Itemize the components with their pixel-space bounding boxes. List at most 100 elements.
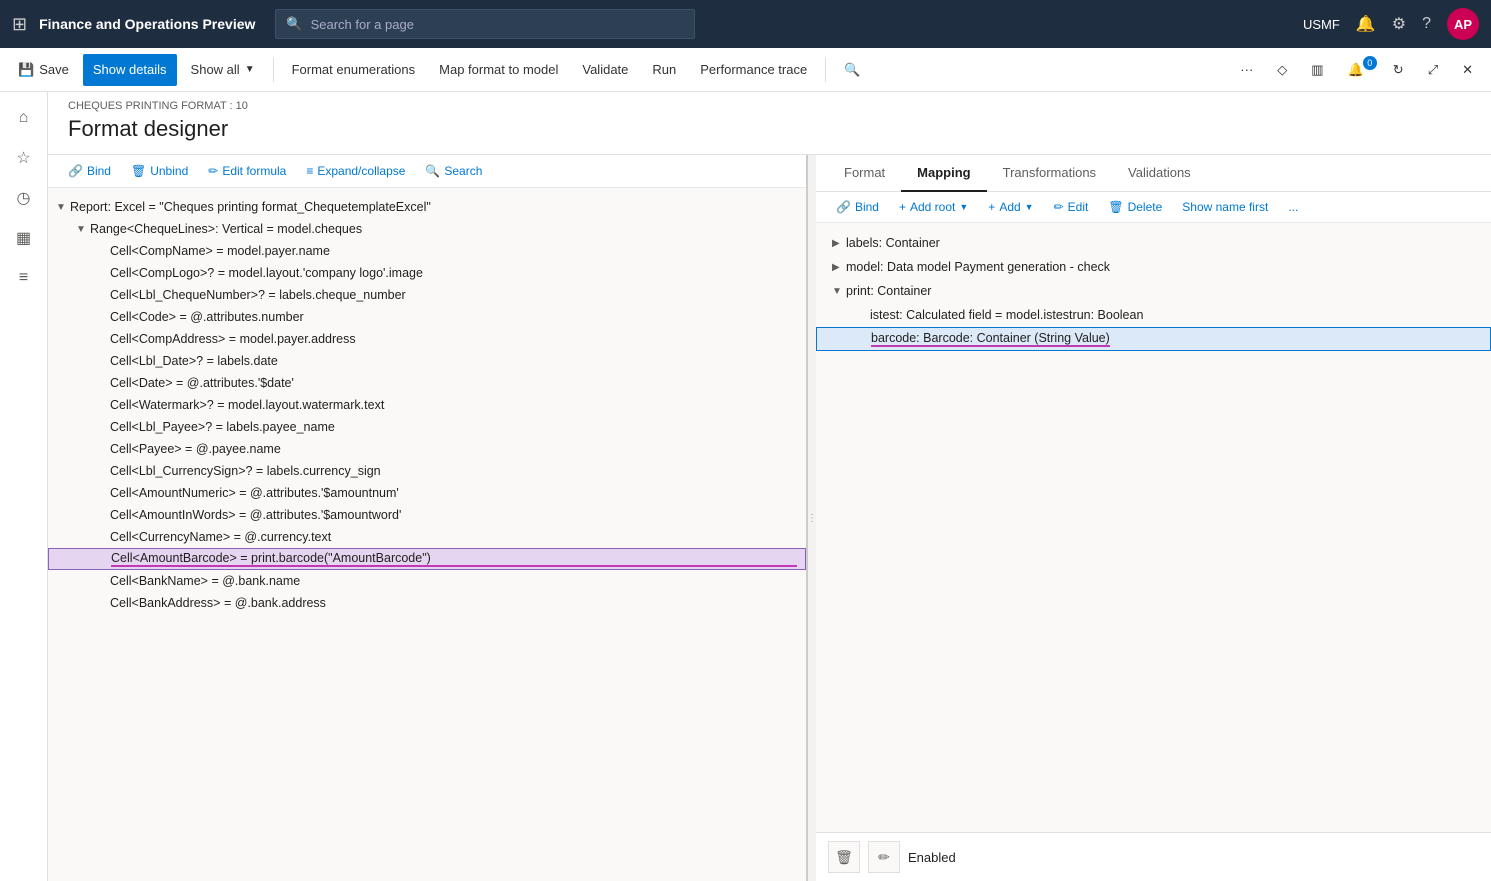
edit-button[interactable]: ✏ Edit [1046, 197, 1097, 217]
notification-badge-button[interactable]: 🔔0 [1338, 54, 1379, 86]
mapping-item[interactable]: ▼print: Container [816, 279, 1491, 303]
tree-item[interactable]: Cell<Lbl_Date>? = labels.date [48, 350, 806, 372]
columns-icon-button[interactable]: ▥ [1301, 54, 1333, 86]
page-header: CHEQUES PRINTING FORMAT : 10 Format desi… [48, 92, 1491, 155]
tree-item-label: Cell<Payee> = @.payee.name [110, 442, 798, 456]
tree-item[interactable]: Cell<AmountInWords> = @.attributes.'$amo… [48, 504, 806, 526]
add-root-button[interactable]: + Add root ▼ [891, 197, 976, 217]
tab-transformations[interactable]: Transformations [987, 155, 1112, 192]
search-toolbar-button[interactable]: 🔍 [834, 54, 870, 86]
tree-item[interactable]: Cell<Payee> = @.payee.name [48, 438, 806, 460]
show-all-button[interactable]: Show all ▼ [181, 54, 265, 86]
content-area: CHEQUES PRINTING FORMAT : 10 Format desi… [48, 92, 1491, 881]
more-right-button[interactable]: ... [1280, 197, 1306, 217]
bottom-delete-button[interactable]: 🗑 [828, 841, 860, 873]
tree-item-label: Range<ChequeLines>: Vertical = model.che… [90, 222, 798, 236]
unbind-icon: 🗑 [131, 164, 146, 178]
tree-item-label: Cell<AmountNumeric> = @.attributes.'$amo… [110, 486, 798, 500]
app-grid-icon[interactable]: ⊞ [12, 14, 27, 35]
validate-button[interactable]: Validate [572, 54, 638, 86]
edit-formula-button[interactable]: ✏ Edit formula [200, 161, 294, 181]
tree-item-label: Cell<Lbl_ChequeNumber>? = labels.cheque_… [110, 288, 798, 302]
right-bind-button[interactable]: 🔗 Bind [828, 197, 887, 217]
tree-item[interactable]: Cell<CompName> = model.payer.name [48, 240, 806, 262]
tree-item[interactable]: Cell<BankAddress> = @.bank.address [48, 592, 806, 614]
expand-arrow-icon: ▶ [832, 262, 846, 273]
tab-format[interactable]: Format [828, 155, 901, 192]
enabled-label: Enabled [908, 850, 956, 865]
refresh-button[interactable]: ↻ [1383, 54, 1414, 86]
sidebar-icon-list[interactable]: ≡ [6, 260, 42, 296]
sidebar-icon-calendar[interactable]: ▦ [6, 220, 42, 256]
save-button[interactable]: 💾 Save [8, 54, 79, 86]
delete-icon: 🗑 [1108, 200, 1123, 214]
tree-item[interactable]: Cell<CompLogo>? = model.layout.'company … [48, 262, 806, 284]
tab-validations[interactable]: Validations [1112, 155, 1207, 192]
tree-item[interactable]: Cell<Code> = @.attributes.number [48, 306, 806, 328]
formula-icon: ✏ [208, 164, 218, 178]
expand-icon: ≡ [306, 164, 313, 178]
avatar[interactable]: AP [1447, 8, 1479, 40]
command-bar: 💾 Save Show details Show all ▼ Format en… [0, 48, 1491, 92]
tree-item[interactable]: Cell<AmountBarcode> = print.barcode("Amo… [48, 548, 806, 570]
mapping-item-label: labels: Container [846, 236, 940, 250]
tree-item[interactable]: ▼Report: Excel = "Cheques printing forma… [48, 196, 806, 218]
notification-icon[interactable]: 🔔 [1356, 14, 1376, 34]
tree-item[interactable]: Cell<CompAddress> = model.payer.address [48, 328, 806, 350]
expand-arrow-icon: ▶ [832, 238, 846, 249]
main-layout: ⌂ ☆ ◷ ▦ ≡ CHEQUES PRINTING FORMAT : 10 F… [0, 92, 1491, 881]
format-enumerations-button[interactable]: Format enumerations [282, 54, 426, 86]
tree-item-label: Cell<CompAddress> = model.payer.address [110, 332, 798, 346]
tree-item[interactable]: Cell<CurrencyName> = @.currency.text [48, 526, 806, 548]
split-panels: 🔗 Bind 🗑 Unbind ✏ Edit formula ≡ Expand/… [48, 155, 1491, 881]
expand-collapse-button[interactable]: ≡ Expand/collapse [298, 161, 413, 181]
tree-item-label: Cell<Watermark>? = model.layout.watermar… [110, 398, 798, 412]
add-root-chevron: ▼ [959, 202, 968, 212]
performance-trace-button[interactable]: Performance trace [690, 54, 817, 86]
tree-item-label: Cell<Lbl_Payee>? = labels.payee_name [110, 420, 798, 434]
tree-item[interactable]: Cell<Lbl_CurrencySign>? = labels.currenc… [48, 460, 806, 482]
tree-item[interactable]: Cell<Lbl_Payee>? = labels.payee_name [48, 416, 806, 438]
show-details-button[interactable]: Show details [83, 54, 177, 86]
mapping-tree: ▶labels: Container▶model: Data model Pay… [816, 223, 1491, 832]
panel-splitter[interactable]: ⋮ [808, 155, 816, 881]
tree-item[interactable]: Cell<BankName> = @.bank.name [48, 570, 806, 592]
top-navigation: ⊞ Finance and Operations Preview 🔍 Searc… [0, 0, 1491, 48]
tree-item[interactable]: Cell<Date> = @.attributes.'$date' [48, 372, 806, 394]
sidebar-icon-clock[interactable]: ◷ [6, 180, 42, 216]
open-new-button[interactable]: ⤢ [1418, 54, 1448, 86]
delete-button[interactable]: 🗑 Delete [1100, 197, 1170, 217]
run-button[interactable]: Run [642, 54, 686, 86]
diamond-icon-button[interactable]: ◇ [1267, 54, 1297, 86]
bind-icon: 🔗 [68, 164, 83, 178]
unbind-button[interactable]: 🗑 Unbind [123, 161, 196, 181]
tree-item[interactable]: Cell<Lbl_ChequeNumber>? = labels.cheque_… [48, 284, 806, 306]
search-left-icon: 🔍 [425, 164, 440, 178]
mapping-item[interactable]: barcode: Barcode: Container (String Valu… [816, 327, 1491, 351]
sidebar-icon-star[interactable]: ☆ [6, 140, 42, 176]
global-search-bar[interactable]: 🔍 Search for a page [275, 9, 695, 39]
tab-mapping[interactable]: Mapping [901, 155, 986, 192]
tree-item[interactable]: Cell<AmountNumeric> = @.attributes.'$amo… [48, 482, 806, 504]
close-button[interactable]: ✕ [1452, 54, 1483, 86]
tree-item[interactable]: ▼Range<ChequeLines>: Vertical = model.ch… [48, 218, 806, 240]
more-options-button[interactable]: ··· [1230, 54, 1263, 86]
map-format-button[interactable]: Map format to model [429, 54, 568, 86]
show-name-first-button[interactable]: Show name first [1174, 197, 1276, 217]
tabs-bar: Format Mapping Transformations Validatio… [816, 155, 1491, 192]
settings-icon[interactable]: ⚙ [1392, 14, 1406, 34]
tree-item[interactable]: Cell<Watermark>? = model.layout.watermar… [48, 394, 806, 416]
help-icon[interactable]: ? [1422, 15, 1431, 33]
tree-item-label: Cell<CompName> = model.payer.name [110, 244, 798, 258]
search-left-button[interactable]: 🔍 Search [417, 161, 490, 181]
bottom-edit-button[interactable]: ✏ [868, 841, 900, 873]
sidebar-icon-home[interactable]: ⌂ [6, 100, 42, 136]
mapping-item[interactable]: ▶model: Data model Payment generation - … [816, 255, 1491, 279]
chevron-down-icon: ▼ [245, 64, 255, 75]
bind-button[interactable]: 🔗 Bind [60, 161, 119, 181]
mapping-item[interactable]: ▶labels: Container [816, 231, 1491, 255]
save-icon: 💾 [18, 62, 34, 78]
breadcrumb: CHEQUES PRINTING FORMAT : 10 [68, 100, 1471, 112]
add-button[interactable]: + Add ▼ [980, 197, 1041, 217]
mapping-item[interactable]: istest: Calculated field = model.istestr… [816, 303, 1491, 327]
